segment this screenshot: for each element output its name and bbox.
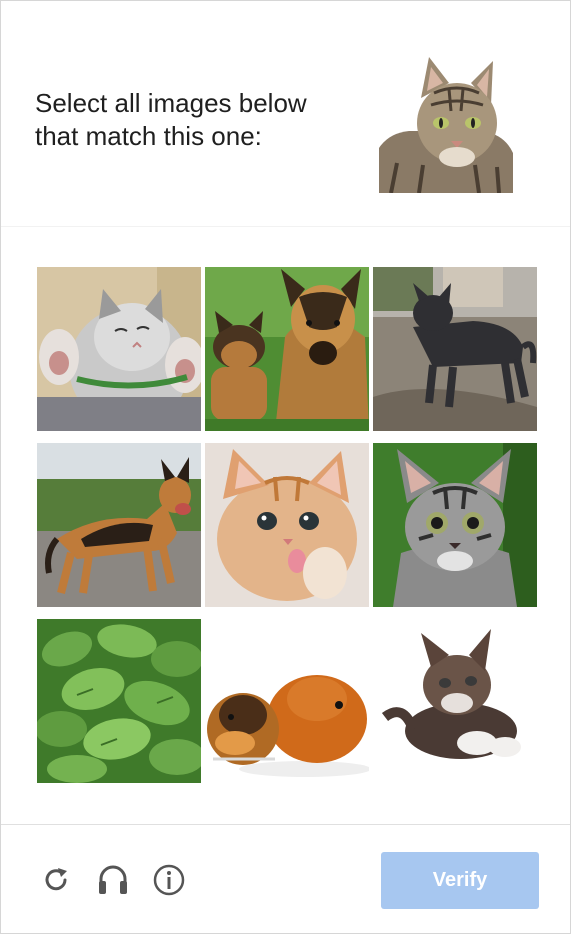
reload-icon — [45, 868, 67, 891]
audio-icon — [99, 865, 127, 894]
instruction-text: Select all images below that match this … — [35, 87, 355, 153]
sample-image — [379, 53, 513, 194]
kitten-icon — [37, 267, 201, 431]
footer-divider — [1, 824, 570, 825]
dog-icon — [37, 443, 201, 607]
captcha-frame: Select all images below that match this … — [0, 0, 571, 934]
grid-tile-8[interactable] — [205, 619, 369, 783]
verify-button[interactable]: Verify — [381, 852, 539, 909]
dog-icon — [205, 267, 369, 431]
grid-tile-9[interactable] — [373, 619, 537, 783]
grid-tile-5[interactable] — [205, 443, 369, 607]
grid-tile-1[interactable] — [37, 267, 201, 431]
image-grid — [37, 267, 537, 783]
guinea-pig-icon — [205, 619, 369, 783]
captcha-header: Select all images below that match this … — [1, 1, 570, 227]
dog-icon — [373, 267, 537, 431]
info-button[interactable] — [150, 861, 188, 899]
kitten-icon — [373, 443, 537, 607]
instruction-line-1: Select all images below — [35, 88, 307, 118]
grid-tile-7[interactable] — [37, 619, 201, 783]
reload-button[interactable] — [37, 861, 75, 899]
grid-tile-3[interactable] — [373, 267, 537, 431]
grid-tile-6[interactable] — [373, 443, 537, 607]
kitten-icon — [205, 443, 369, 607]
instruction-line-2: that match this one: — [35, 121, 262, 151]
info-icon — [153, 864, 185, 896]
grid-tile-4[interactable] — [37, 443, 201, 607]
kitten-icon — [373, 619, 537, 783]
grid-tile-2[interactable] — [205, 267, 369, 431]
plant-icon — [37, 619, 201, 783]
audio-challenge-button[interactable] — [94, 861, 132, 899]
